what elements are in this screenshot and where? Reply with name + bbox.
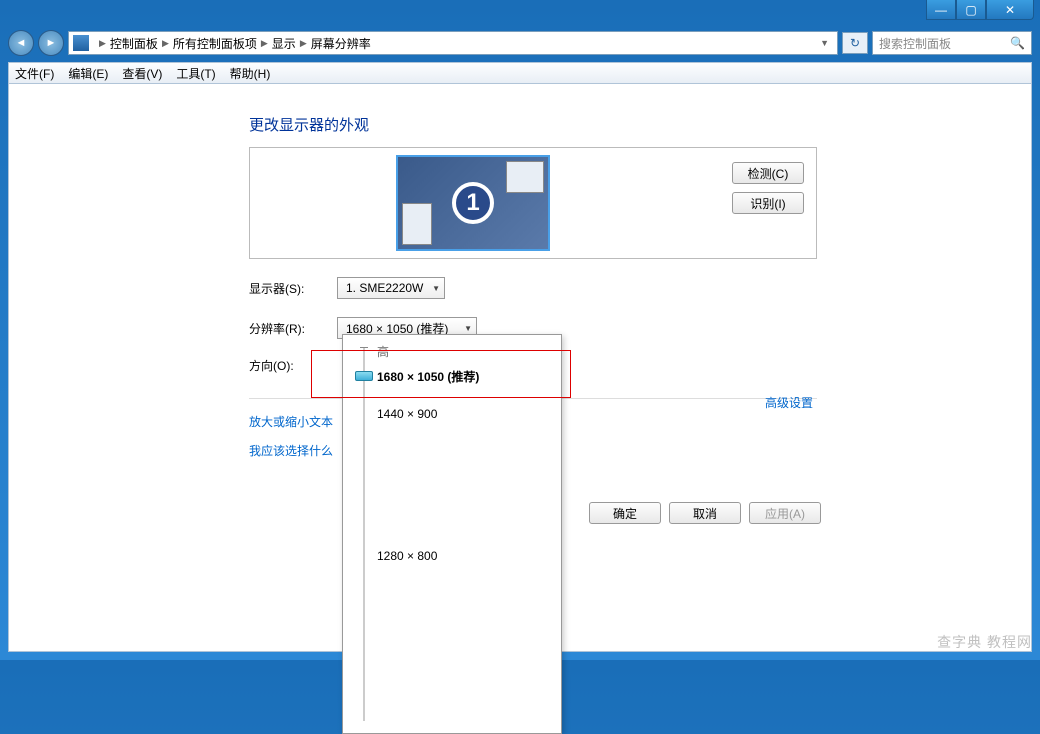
address-bar: ◄ ► ▶ 控制面板 ▶ 所有控制面板项 ▶ 显示 ▶ 屏幕分辨率 ▼ ↻ 搜索… (8, 28, 1032, 58)
chevron-down-icon: ▼ (464, 324, 472, 333)
chevron-right-icon: ▶ (162, 38, 169, 49)
back-button[interactable]: ◄ (8, 30, 34, 56)
breadcrumb-current: 屏幕分辨率 (311, 35, 371, 52)
resolution-flyout[interactable]: 高 1680 × 1050 (推荐) 1440 × 900 1280 × 800 (342, 334, 562, 734)
breadcrumb-root[interactable]: 控制面板 (110, 35, 158, 52)
ok-button[interactable]: 确定 (589, 502, 661, 524)
chevron-down-icon[interactable]: ▼ (816, 38, 833, 48)
menu-help[interactable]: 帮助(H) (230, 65, 271, 82)
resolution-label: 分辨率(R): (249, 320, 337, 337)
menu-edit[interactable]: 编辑(E) (68, 65, 108, 82)
breadcrumb-all-items[interactable]: 所有控制面板项 (173, 35, 257, 52)
maximize-button[interactable]: ▢ (956, 0, 986, 20)
watermark: 查字典 教程网 (937, 632, 1032, 652)
search-icon: 🔍 (1010, 36, 1025, 50)
preview-window-icon (506, 161, 544, 193)
forward-button[interactable]: ► (38, 30, 64, 56)
slider-thumb[interactable] (355, 371, 373, 381)
monitor-preview-box: 1 检测(C) 识别(I) (249, 147, 817, 259)
chevron-right-icon: ▶ (99, 38, 106, 49)
chevron-down-icon: ▼ (432, 284, 440, 293)
chevron-right-icon: ▶ (261, 38, 268, 49)
resolution-option[interactable]: 1680 × 1050 (推荐) (377, 368, 549, 385)
preview-window-icon (402, 203, 432, 245)
search-input[interactable]: 搜索控制面板 🔍 (872, 31, 1032, 55)
display-value: 1. SME2220W (346, 281, 423, 295)
display-label: 显示器(S): (249, 280, 337, 297)
menu-file[interactable]: 文件(F) (15, 65, 54, 82)
identify-button[interactable]: 识别(I) (732, 192, 804, 214)
monitor-preview[interactable]: 1 (396, 155, 550, 251)
minimize-button[interactable]: — (926, 0, 956, 20)
apply-button: 应用(A) (749, 502, 821, 524)
chevron-right-icon: ▶ (300, 38, 307, 49)
close-button[interactable]: ✕ (986, 0, 1034, 20)
slider-label-high: 高 (377, 343, 549, 360)
cancel-button[interactable]: 取消 (669, 502, 741, 524)
page-title: 更改显示器的外观 (249, 114, 1031, 135)
refresh-button[interactable]: ↻ (842, 32, 868, 54)
breadcrumb-display[interactable]: 显示 (272, 35, 296, 52)
slider-track[interactable] (363, 347, 365, 721)
content-pane: 更改显示器的外观 1 检测(C) 识别(I) 显示器(S): 1. SME222… (8, 84, 1032, 652)
search-placeholder: 搜索控制面板 (879, 35, 951, 52)
monitor-number: 1 (452, 182, 494, 224)
detect-button[interactable]: 检测(C) (732, 162, 804, 184)
menu-bar: 文件(F) 编辑(E) 查看(V) 工具(T) 帮助(H) (8, 62, 1032, 84)
advanced-settings-link[interactable]: 高级设置 (765, 394, 813, 411)
resolution-option[interactable]: 1280 × 800 (377, 549, 549, 563)
control-panel-icon (73, 35, 89, 51)
menu-tools[interactable]: 工具(T) (176, 65, 215, 82)
menu-view[interactable]: 查看(V) (122, 65, 162, 82)
resolution-option[interactable]: 1440 × 900 (377, 407, 549, 421)
orientation-label: 方向(O): (249, 357, 337, 374)
display-dropdown[interactable]: 1. SME2220W ▼ (337, 277, 445, 299)
breadcrumb[interactable]: ▶ 控制面板 ▶ 所有控制面板项 ▶ 显示 ▶ 屏幕分辨率 ▼ (68, 31, 838, 55)
